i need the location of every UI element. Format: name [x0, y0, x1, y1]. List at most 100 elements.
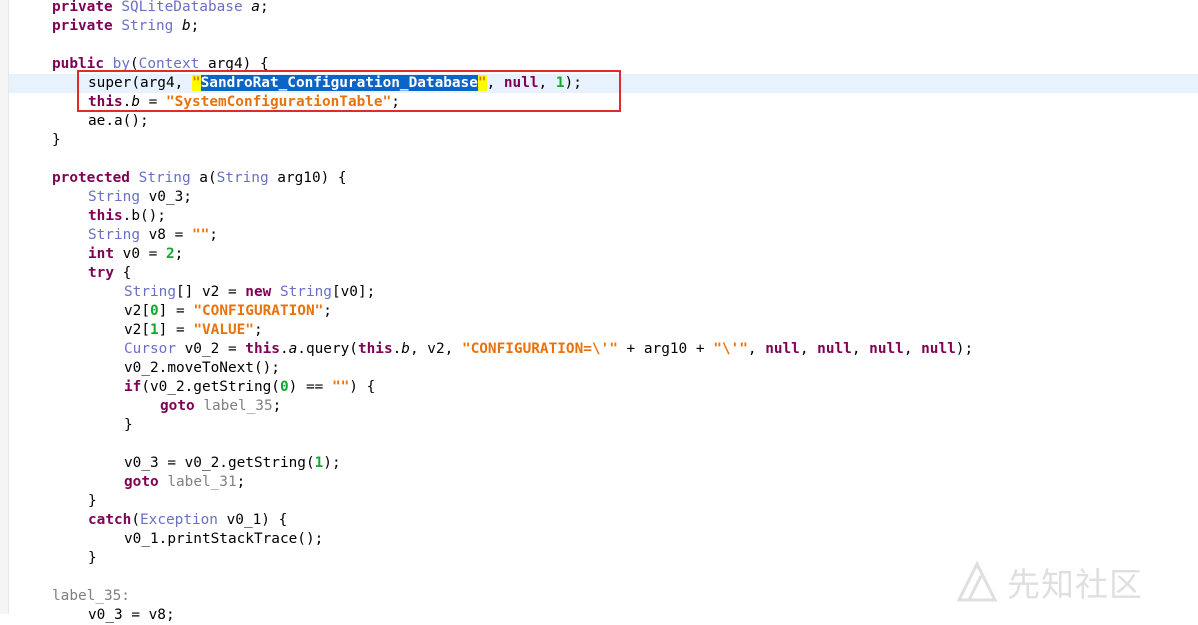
keyword-token: this [88, 208, 123, 224]
code-token: , [486, 75, 504, 91]
type-token: String [121, 18, 174, 34]
code-line[interactable]: v0_3 = v8; [0, 606, 1198, 625]
code-line-content: catch(Exception v0_1) { [0, 511, 287, 530]
code-line[interactable]: } [0, 416, 1198, 435]
code-editor[interactable]: private SQLiteDatabase a; private String … [0, 0, 1198, 623]
code-line[interactable]: ae.a(); [0, 112, 1198, 131]
code-line[interactable]: v2[1] = "VALUE"; [0, 321, 1198, 340]
number-literal: 2 [165, 246, 175, 262]
type-token: by [112, 56, 130, 72]
code-line-content: v0_1.printStackTrace(); [0, 530, 323, 549]
code-line[interactable]: catch(Exception v0_1) { [0, 511, 1198, 530]
code-token: ); [955, 341, 974, 357]
code-line[interactable]: String v8 = ""; [0, 226, 1198, 245]
code-token: a( [190, 170, 217, 186]
type-token: SQLiteDatabase [121, 0, 243, 15]
code-line[interactable]: } [0, 492, 1198, 511]
code-token: ; [236, 474, 246, 490]
keyword-token: null [921, 341, 956, 357]
type-token: String [279, 284, 332, 300]
code-line[interactable]: v0_2.moveToNext(); [0, 359, 1198, 378]
string-literal: "" [191, 227, 210, 243]
number-literal: 1 [314, 455, 324, 471]
code-line-content: } [0, 492, 97, 511]
code-line[interactable]: int v0 = 2; [0, 245, 1198, 264]
current-code-line[interactable]: super(arg4, "SandroRat_Configuration_Dat… [9, 74, 1198, 93]
code-token: .query( [297, 341, 358, 357]
code-line-content: private SQLiteDatabase a; [0, 0, 269, 17]
code-token: } [88, 493, 97, 509]
keyword-token: new [245, 284, 272, 300]
code-line[interactable]: try { [0, 264, 1198, 283]
code-token: ) == [288, 379, 332, 395]
code-line[interactable]: private String b; [0, 17, 1198, 36]
code-line-content: super(arg4, "SandroRat_Configuration_Dat… [0, 74, 582, 93]
code-token: ) { [349, 379, 376, 395]
keyword-token: protected [52, 170, 130, 186]
keyword-token: try [88, 265, 114, 281]
code-line[interactable]: v2[0] = "CONFIGURATION"; [0, 302, 1198, 321]
code-token: = [140, 94, 166, 110]
code-line[interactable] [0, 150, 1198, 169]
code-token: v0_1.printStackTrace(); [124, 531, 324, 547]
code-token: arg4) { [199, 56, 269, 72]
code-token: , [538, 75, 556, 91]
code-line[interactable]: this.b(); [0, 207, 1198, 226]
code-token: ); [323, 455, 341, 471]
code-token: .b(); [122, 208, 166, 224]
type-token: Exception [140, 512, 218, 528]
code-line[interactable]: String[] v2 = new String[v0]; [0, 283, 1198, 302]
type-token: String [216, 170, 269, 186]
code-token: ( [129, 56, 139, 72]
code-token: ; [190, 18, 200, 34]
keyword-token: if [124, 379, 142, 395]
code-line[interactable]: protected String a(String arg10) { [0, 169, 1198, 188]
code-line-content: if(v0_2.getString(0) == "") { [0, 378, 375, 397]
code-line-content: v2[0] = "CONFIGURATION"; [0, 302, 332, 321]
code-line-content: String[] v2 = new String[v0]; [0, 283, 375, 302]
code-line-content: protected String a(String arg10) { [0, 169, 347, 188]
code-line[interactable]: } [0, 131, 1198, 150]
number-literal: 1 [150, 322, 159, 338]
watermark: 先知社区 [955, 560, 1143, 604]
code-line[interactable]: public by(Context arg4) { [0, 55, 1198, 74]
code-line[interactable]: if(v0_2.getString(0) == "") { [0, 378, 1198, 397]
code-token: } [88, 550, 97, 566]
code-line[interactable]: v0_3 = v0_2.getString(1); [0, 454, 1198, 473]
code-line[interactable]: goto label_31; [0, 473, 1198, 492]
code-token: v2[ [124, 322, 150, 338]
field-token: b [131, 94, 140, 110]
type-token: String [138, 170, 191, 186]
code-token: v8 = [139, 227, 192, 243]
code-token: [v0]; [331, 284, 376, 300]
xianzhi-logo-icon [956, 560, 998, 602]
type-token: String [88, 227, 140, 243]
code-line[interactable]: v0_1.printStackTrace(); [0, 530, 1198, 549]
string-literal: "VALUE" [193, 322, 254, 338]
code-line-content: label_35: [0, 587, 130, 606]
keyword-token: private [52, 0, 113, 15]
code-line-content: } [0, 131, 61, 150]
code-token: super(arg4, [88, 75, 192, 91]
string-literal: "\'" [713, 341, 748, 357]
code-token: ; [259, 0, 269, 15]
code-line[interactable] [0, 36, 1198, 55]
code-line[interactable]: this.b = "SystemConfigurationTable"; [0, 93, 1198, 112]
label-token: label_31 [167, 474, 237, 490]
type-token: Context [138, 56, 200, 72]
code-line[interactable]: private SQLiteDatabase a; [0, 0, 1198, 17]
code-token: , [747, 341, 766, 357]
keyword-token: null [503, 75, 539, 91]
string-literal: "CONFIGURATION" [193, 303, 324, 319]
field-token: b [401, 341, 410, 357]
code-line[interactable]: Cursor v0_2 = this.a.query(this.b, v2, "… [0, 340, 1198, 359]
code-line[interactable] [0, 435, 1198, 454]
code-line-content: public by(Context arg4) { [0, 55, 269, 74]
string-literal: "SystemConfigurationTable" [166, 94, 392, 110]
code-line[interactable]: goto label_35; [0, 397, 1198, 416]
keyword-token: goto [124, 474, 159, 490]
code-token: ] = [158, 303, 194, 319]
code-line[interactable]: String v0_3; [0, 188, 1198, 207]
